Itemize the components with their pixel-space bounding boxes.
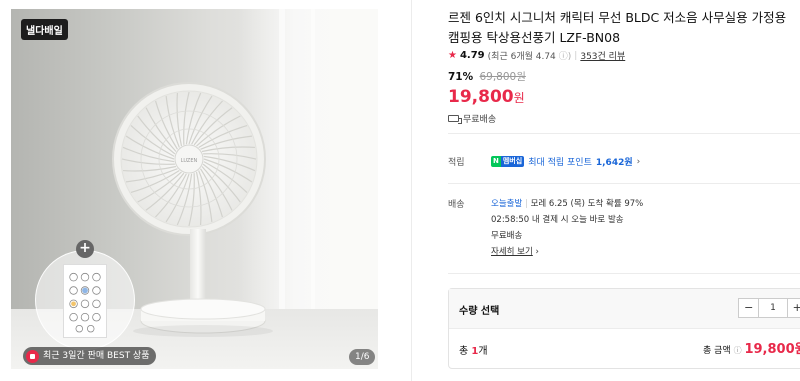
panel-divider [411,0,412,381]
fan-logo: LUZEN [181,158,198,164]
best-seller-badge: 최근 3일간 판매 BEST 상품 [23,347,157,365]
plus-icon[interactable]: + [76,240,94,258]
star-icon: ★ [448,50,457,61]
best-seller-label: 최근 3일간 판매 BEST 상품 [43,351,150,361]
membership-label: 멤버십 [500,156,525,167]
quantity-stepper[interactable]: − 1 + [738,298,800,318]
product-image-gallery[interactable]: LUZEN 낼다배일 + 최근 3일간 판매 BEST 상품 1/6 [11,9,378,369]
naver-membership-badge: N 멤버십 [491,156,525,167]
points-amount: 1,642원 [595,158,633,168]
window-frame [311,9,315,309]
total-count: 총 1개 [459,342,488,357]
quantity-row: 수량 선택 − 1 + [449,289,800,329]
info-icon[interactable]: ⓘ [734,346,742,355]
total-count-prefix: 총 [459,346,469,357]
chevron-right-icon: › [535,247,539,257]
delivery-info: 오늘출발 | 모레 6.25 (목) 도착 확률 97% 02:58:50 내 … [491,196,643,260]
section-divider [448,183,800,184]
order-box: 수량 선택 − 1 + 총 1개 총 금액 ⓘ 19,800원 [448,288,800,369]
gift-icon [26,349,39,363]
total-count-suffix: 개 [478,346,488,357]
sticker-thumbnail[interactable]: + [35,240,145,350]
product-title-line1: 르젠 6인치 시그니처 캐릭터 무선 BLDC 저소음 사무실용 가정용 [448,10,787,25]
delivery-fee: 무료배송 [491,231,523,241]
points-text: 최대 적립 포인트 [528,158,592,168]
section-divider [448,273,800,274]
naver-n-icon: N [491,156,501,167]
separator: | [524,199,528,209]
brand-badge: 낼다배일 [21,19,68,40]
points-link[interactable]: N 멤버십 최대 적립 포인트 1,642원 › [491,155,640,168]
sticker-sheet-image [63,264,107,338]
sale-price-currency: 원 [513,91,525,105]
review-count-link[interactable]: 353건 리뷰 [580,49,625,62]
delivery-detail-row[interactable]: 자세히 보기 › [491,244,643,260]
free-shipping-label: 무료배송 [463,115,497,125]
truck-icon [448,115,462,124]
rating-summary: ★ 4.79 (최근 6개월 4.74 ⓘ) | 353건 리뷰 [448,49,625,62]
separator: | [574,50,578,61]
rating-recent: (최근 6개월 4.74 [487,52,556,62]
sale-price-value: 19,800 [448,87,514,107]
total-price: 총 금액 ⓘ 19,800원 [703,338,800,357]
points-label: 적립 [448,158,465,168]
delivery-label: 배송 [448,200,465,210]
sale-price: 19,800원 [448,87,525,107]
free-shipping: 무료배송 [448,112,496,125]
product-title-line2: 캠핑용 탁상용선풍기 LZF-BN08 [448,30,621,45]
delivery-eta-row: 오늘출발 | 모레 6.25 (목) 도착 확률 97% [491,196,643,212]
total-price-amount: 19,800원 [744,342,800,357]
original-price: 69,800원 [479,71,526,83]
delivery-cutoff: 02:58:50 내 결제 시 오늘 바로 발송 [491,215,624,225]
quantity-value[interactable]: 1 [758,299,788,317]
increase-button[interactable]: + [788,299,800,317]
discount-row: 71% 69,800원 [448,69,526,84]
quantity-label: 수량 선택 [459,306,500,317]
info-icon[interactable]: ⓘ) [559,49,572,62]
chevron-right-icon: › [636,156,641,167]
today-shipping-tag: 오늘출발 [491,199,523,209]
decrease-button[interactable]: − [739,299,758,317]
image-page-indicator: 1/6 [349,349,376,365]
delivery-eta: 모레 6.25 (목) 도착 확률 97% [530,199,644,209]
section-divider [448,133,800,134]
product-title: 르젠 6인치 시그니처 캐릭터 무선 BLDC 저소음 사무실용 가정용 캠핑용… [448,8,800,48]
rating-score: 4.79 [459,50,485,61]
discount-rate: 71% [448,71,474,83]
total-price-label: 총 금액 [703,346,731,356]
delivery-detail-link[interactable]: 자세히 보기 [491,247,533,257]
